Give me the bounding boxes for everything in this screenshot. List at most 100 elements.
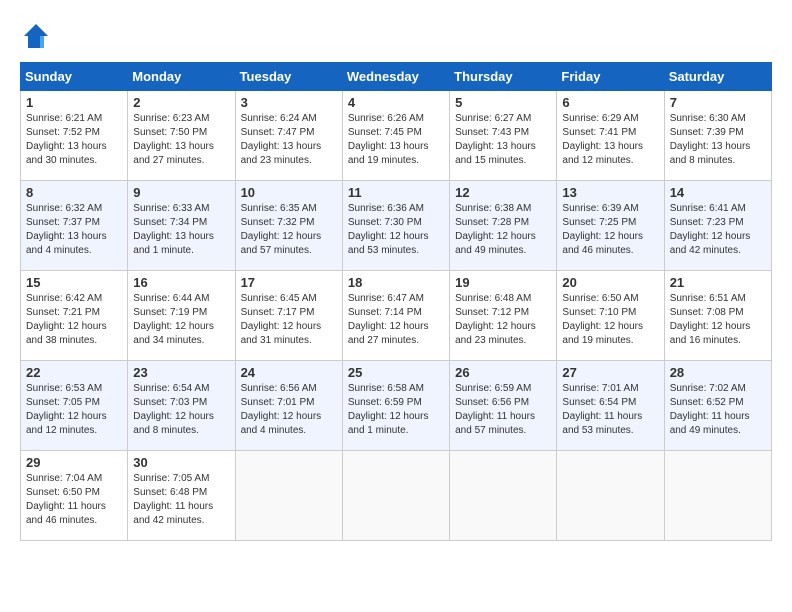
col-header-monday: Monday (128, 63, 235, 91)
day-number: 8 (26, 185, 122, 200)
day-number: 22 (26, 365, 122, 380)
calendar-cell: 14 Sunrise: 6:41 AMSunset: 7:23 PMDayligh… (664, 181, 771, 271)
day-number: 26 (455, 365, 551, 380)
calendar-cell: 10 Sunrise: 6:35 AMSunset: 7:32 PMDayligh… (235, 181, 342, 271)
day-info: Sunrise: 6:53 AMSunset: 7:05 PMDaylight:… (26, 382, 122, 438)
day-info: Sunrise: 6:58 AMSunset: 6:59 PMDaylight:… (348, 382, 444, 438)
day-number: 1 (26, 95, 122, 110)
calendar-cell: 4 Sunrise: 6:26 AMSunset: 7:45 PMDaylight… (342, 91, 449, 181)
logo-icon (20, 20, 52, 52)
calendar-table: SundayMondayTuesdayWednesdayThursdayFrid… (20, 62, 772, 541)
calendar-cell: 20 Sunrise: 6:50 AMSunset: 7:10 PMDayligh… (557, 271, 664, 361)
col-header-saturday: Saturday (664, 63, 771, 91)
col-header-friday: Friday (557, 63, 664, 91)
calendar-cell (664, 451, 771, 541)
calendar-cell: 1 Sunrise: 6:21 AMSunset: 7:52 PMDaylight… (21, 91, 128, 181)
day-info: Sunrise: 6:26 AMSunset: 7:45 PMDaylight:… (348, 112, 444, 168)
day-info: Sunrise: 6:50 AMSunset: 7:10 PMDaylight:… (562, 292, 658, 348)
calendar-cell: 29 Sunrise: 7:04 AMSunset: 6:50 PMDayligh… (21, 451, 128, 541)
day-info: Sunrise: 6:27 AMSunset: 7:43 PMDaylight:… (455, 112, 551, 168)
day-number: 21 (670, 275, 766, 290)
calendar-cell (342, 451, 449, 541)
day-info: Sunrise: 6:51 AMSunset: 7:08 PMDaylight:… (670, 292, 766, 348)
col-header-wednesday: Wednesday (342, 63, 449, 91)
day-number: 19 (455, 275, 551, 290)
day-info: Sunrise: 6:30 AMSunset: 7:39 PMDaylight:… (670, 112, 766, 168)
day-number: 23 (133, 365, 229, 380)
logo (20, 20, 58, 52)
day-info: Sunrise: 6:35 AMSunset: 7:32 PMDaylight:… (241, 202, 337, 258)
calendar-cell: 19 Sunrise: 6:48 AMSunset: 7:12 PMDayligh… (450, 271, 557, 361)
day-info: Sunrise: 6:38 AMSunset: 7:28 PMDaylight:… (455, 202, 551, 258)
day-number: 5 (455, 95, 551, 110)
day-info: Sunrise: 6:24 AMSunset: 7:47 PMDaylight:… (241, 112, 337, 168)
day-info: Sunrise: 6:59 AMSunset: 6:56 PMDaylight:… (455, 382, 551, 438)
day-number: 24 (241, 365, 337, 380)
calendar-cell: 22 Sunrise: 6:53 AMSunset: 7:05 PMDayligh… (21, 361, 128, 451)
calendar-cell (450, 451, 557, 541)
day-info: Sunrise: 7:04 AMSunset: 6:50 PMDaylight:… (26, 472, 122, 528)
week-row-2: 8 Sunrise: 6:32 AMSunset: 7:37 PMDaylight… (21, 181, 772, 271)
day-number: 4 (348, 95, 444, 110)
header-row: SundayMondayTuesdayWednesdayThursdayFrid… (21, 63, 772, 91)
calendar-cell: 26 Sunrise: 6:59 AMSunset: 6:56 PMDayligh… (450, 361, 557, 451)
day-number: 18 (348, 275, 444, 290)
calendar-cell: 9 Sunrise: 6:33 AMSunset: 7:34 PMDaylight… (128, 181, 235, 271)
day-number: 13 (562, 185, 658, 200)
calendar-cell: 27 Sunrise: 7:01 AMSunset: 6:54 PMDayligh… (557, 361, 664, 451)
day-number: 6 (562, 95, 658, 110)
calendar-cell: 15 Sunrise: 6:42 AMSunset: 7:21 PMDayligh… (21, 271, 128, 361)
week-row-4: 22 Sunrise: 6:53 AMSunset: 7:05 PMDayligh… (21, 361, 772, 451)
calendar-cell: 25Sunrise: 6:58 AMSunset: 6:59 PMDayligh… (342, 361, 449, 451)
day-info: Sunrise: 6:32 AMSunset: 7:37 PMDaylight:… (26, 202, 122, 258)
day-number: 16 (133, 275, 229, 290)
calendar-cell: 7 Sunrise: 6:30 AMSunset: 7:39 PMDaylight… (664, 91, 771, 181)
day-info: Sunrise: 7:05 AMSunset: 6:48 PMDaylight:… (133, 472, 229, 528)
calendar-cell (235, 451, 342, 541)
calendar-cell: 3 Sunrise: 6:24 AMSunset: 7:47 PMDaylight… (235, 91, 342, 181)
day-number: 2 (133, 95, 229, 110)
calendar-cell: 28Sunrise: 7:02 AMSunset: 6:52 PMDayligh… (664, 361, 771, 451)
day-number: 28 (670, 365, 766, 380)
day-number: 29 (26, 455, 122, 470)
day-number: 30 (133, 455, 229, 470)
calendar-cell: 12 Sunrise: 6:38 AMSunset: 7:28 PMDayligh… (450, 181, 557, 271)
day-info: Sunrise: 6:39 AMSunset: 7:25 PMDaylight:… (562, 202, 658, 258)
day-number: 12 (455, 185, 551, 200)
calendar-cell: 11 Sunrise: 6:36 AMSunset: 7:30 PMDayligh… (342, 181, 449, 271)
week-row-3: 15 Sunrise: 6:42 AMSunset: 7:21 PMDayligh… (21, 271, 772, 361)
col-header-tuesday: Tuesday (235, 63, 342, 91)
col-header-thursday: Thursday (450, 63, 557, 91)
week-row-1: 1 Sunrise: 6:21 AMSunset: 7:52 PMDaylight… (21, 91, 772, 181)
day-info: Sunrise: 6:21 AMSunset: 7:52 PMDaylight:… (26, 112, 122, 168)
calendar-cell: 6Sunrise: 6:29 AMSunset: 7:41 PMDaylight… (557, 91, 664, 181)
day-info: Sunrise: 6:36 AMSunset: 7:30 PMDaylight:… (348, 202, 444, 258)
calendar-cell: 21 Sunrise: 6:51 AMSunset: 7:08 PMDayligh… (664, 271, 771, 361)
day-number: 20 (562, 275, 658, 290)
day-number: 15 (26, 275, 122, 290)
col-header-sunday: Sunday (21, 63, 128, 91)
calendar-cell: 5 Sunrise: 6:27 AMSunset: 7:43 PMDaylight… (450, 91, 557, 181)
calendar-cell: 18Sunrise: 6:47 AMSunset: 7:14 PMDayligh… (342, 271, 449, 361)
day-info: Sunrise: 6:54 AMSunset: 7:03 PMDaylight:… (133, 382, 229, 438)
day-number: 27 (562, 365, 658, 380)
day-info: Sunrise: 6:41 AMSunset: 7:23 PMDaylight:… (670, 202, 766, 258)
day-info: Sunrise: 6:23 AMSunset: 7:50 PMDaylight:… (133, 112, 229, 168)
day-info: Sunrise: 6:33 AMSunset: 7:34 PMDaylight:… (133, 202, 229, 258)
calendar-cell: 17Sunrise: 6:45 AMSunset: 7:17 PMDayligh… (235, 271, 342, 361)
day-info: Sunrise: 6:42 AMSunset: 7:21 PMDaylight:… (26, 292, 122, 348)
day-info: Sunrise: 6:44 AMSunset: 7:19 PMDaylight:… (133, 292, 229, 348)
day-number: 14 (670, 185, 766, 200)
calendar-cell: 24 Sunrise: 6:56 AMSunset: 7:01 PMDayligh… (235, 361, 342, 451)
calendar-cell (557, 451, 664, 541)
day-number: 10 (241, 185, 337, 200)
day-number: 11 (348, 185, 444, 200)
calendar-cell: 16 Sunrise: 6:44 AMSunset: 7:19 PMDayligh… (128, 271, 235, 361)
day-info: Sunrise: 6:56 AMSunset: 7:01 PMDaylight:… (241, 382, 337, 438)
week-row-5: 29 Sunrise: 7:04 AMSunset: 6:50 PMDayligh… (21, 451, 772, 541)
day-number: 7 (670, 95, 766, 110)
day-number: 9 (133, 185, 229, 200)
day-info: Sunrise: 6:48 AMSunset: 7:12 PMDaylight:… (455, 292, 551, 348)
day-number: 3 (241, 95, 337, 110)
day-info: Sunrise: 7:01 AMSunset: 6:54 PMDaylight:… (562, 382, 658, 438)
